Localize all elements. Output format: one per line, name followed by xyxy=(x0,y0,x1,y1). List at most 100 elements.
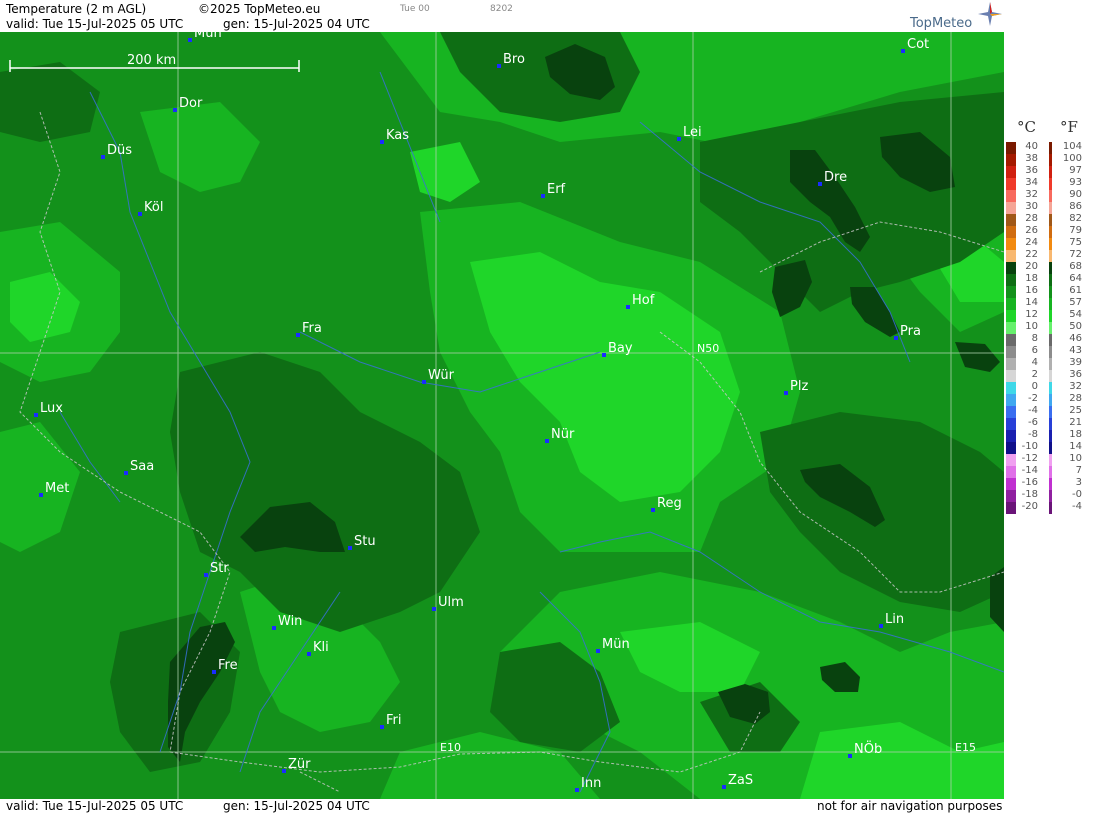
legend-celsius-value: 26 xyxy=(1025,225,1038,236)
legend-swatch xyxy=(1006,358,1016,370)
city-label: Köl xyxy=(144,200,163,215)
city-marker: Mün xyxy=(596,637,630,653)
city-dot-icon xyxy=(432,607,436,611)
city-label: Plz xyxy=(790,379,808,394)
legend-swatch-f xyxy=(1049,370,1052,382)
legend-swatch-f xyxy=(1049,214,1052,226)
legend-swatch-f xyxy=(1049,298,1052,310)
city-dot-icon xyxy=(173,108,177,112)
city-label: Str xyxy=(210,561,229,576)
legend-swatch xyxy=(1006,214,1016,226)
legend-fahrenheit-value: 36 xyxy=(1069,369,1082,380)
city-dot-icon xyxy=(272,626,276,630)
legend-celsius-value: -10 xyxy=(1021,441,1038,452)
legend-swatch xyxy=(1006,346,1016,358)
city-dot-icon xyxy=(541,194,545,198)
legend-swatch xyxy=(1006,154,1016,166)
city-dot-icon xyxy=(575,788,579,792)
legend-celsius-value: -6 xyxy=(1028,417,1038,428)
legend-swatch xyxy=(1006,166,1016,178)
legend-celsius-value: -8 xyxy=(1028,429,1038,440)
city-label: Saa xyxy=(130,459,154,474)
legend-fahrenheit-value: 43 xyxy=(1069,345,1082,356)
legend-swatch-f xyxy=(1049,274,1052,286)
city-dot-icon xyxy=(848,754,852,758)
legend-swatch-f xyxy=(1049,202,1052,214)
legend-swatch xyxy=(1006,406,1016,418)
legend-swatch xyxy=(1006,262,1016,274)
legend-fahrenheit-value: 72 xyxy=(1069,249,1082,260)
legend-fahrenheit-value: 79 xyxy=(1069,225,1082,236)
city-marker: NÖb xyxy=(848,740,882,758)
legend-swatch-f xyxy=(1049,250,1052,262)
city-dot-icon xyxy=(422,380,426,384)
city-dot-icon xyxy=(307,652,311,656)
city-marker: Mün xyxy=(188,32,222,42)
legend-swatch xyxy=(1006,202,1016,214)
city-label: Kas xyxy=(386,128,409,143)
legend-celsius-value: -4 xyxy=(1028,405,1038,416)
legend-celsius-value: -14 xyxy=(1021,465,1038,476)
legend-fahrenheit-value: 68 xyxy=(1069,261,1082,272)
legend-celsius-value: 38 xyxy=(1025,153,1038,164)
temperature-map[interactable]: 200 km N50 E10 E15 Mün Bro Cot Dor Kas Lei Düs… xyxy=(0,32,1004,799)
legend-swatch-f xyxy=(1049,406,1052,418)
legend-fahrenheit-value: 64 xyxy=(1069,273,1082,284)
city-dot-icon xyxy=(348,546,352,550)
city-label: Dre xyxy=(824,170,847,185)
legend-fahrenheit-value: 61 xyxy=(1069,285,1082,296)
legend-swatch-f xyxy=(1049,286,1052,298)
city-dot-icon xyxy=(596,649,600,653)
legend-celsius-value: -2 xyxy=(1028,393,1038,404)
legend-fahrenheit-value: 104 xyxy=(1062,141,1082,152)
city-dot-icon xyxy=(901,49,905,53)
legend-fahrenheit-value: 90 xyxy=(1069,189,1082,200)
legend-swatch xyxy=(1006,334,1016,346)
legend-swatch-f xyxy=(1049,502,1052,514)
legend-swatch-f xyxy=(1049,262,1052,274)
city-dot-icon xyxy=(212,670,216,674)
city-label: NÖb xyxy=(854,740,882,757)
legend-celsius-value: 6 xyxy=(1031,345,1038,356)
lat-label-n50: N50 xyxy=(697,342,719,355)
city-label: Dor xyxy=(179,96,203,111)
legend-celsius-value: 28 xyxy=(1025,213,1038,224)
city-label: Fra xyxy=(302,321,322,336)
city-dot-icon xyxy=(124,471,128,475)
city-dot-icon xyxy=(138,212,142,216)
city-dot-icon xyxy=(39,493,43,497)
legend-celsius-value: 2 xyxy=(1031,369,1038,380)
city-label: Düs xyxy=(107,143,132,158)
legend-celsius-value: 36 xyxy=(1025,165,1038,176)
city-label: Zür xyxy=(288,757,311,772)
city-label: Bro xyxy=(503,52,525,67)
city-label: Win xyxy=(278,614,302,629)
legend-swatch xyxy=(1006,394,1016,406)
legend-swatch-f xyxy=(1049,154,1052,166)
city-label: Kli xyxy=(313,640,329,655)
city-label: Nür xyxy=(551,427,575,442)
legend-fahrenheit-value: 54 xyxy=(1069,309,1082,320)
legend-swatch xyxy=(1006,442,1016,454)
legend-swatch-f xyxy=(1049,454,1052,466)
legend-celsius-value: 8 xyxy=(1031,333,1038,344)
city-label: Fri xyxy=(386,713,402,728)
city-label: Reg xyxy=(657,496,682,511)
legend-swatch xyxy=(1006,250,1016,262)
legend-fahrenheit-value: 97 xyxy=(1069,165,1082,176)
city-label: Met xyxy=(45,481,69,496)
city-label: Mün xyxy=(602,637,630,652)
header: Temperature (2 m AGL) ©2025 TopMeteo.eu … xyxy=(0,0,1004,32)
legend-swatch xyxy=(1006,298,1016,310)
legend-swatch-f xyxy=(1049,226,1052,238)
legend-swatch-f xyxy=(1049,466,1052,478)
legend-swatch xyxy=(1006,382,1016,394)
legend-fahrenheit-value: 3 xyxy=(1075,477,1082,488)
legend-swatch xyxy=(1006,274,1016,286)
legend-swatch-f xyxy=(1049,418,1052,430)
city-dot-icon xyxy=(651,508,655,512)
copyright: ©2025 TopMeteo.eu xyxy=(198,2,321,16)
legend-celsius-value: -18 xyxy=(1021,489,1038,500)
legend-swatch xyxy=(1006,178,1016,190)
city-label: Cot xyxy=(907,37,929,52)
